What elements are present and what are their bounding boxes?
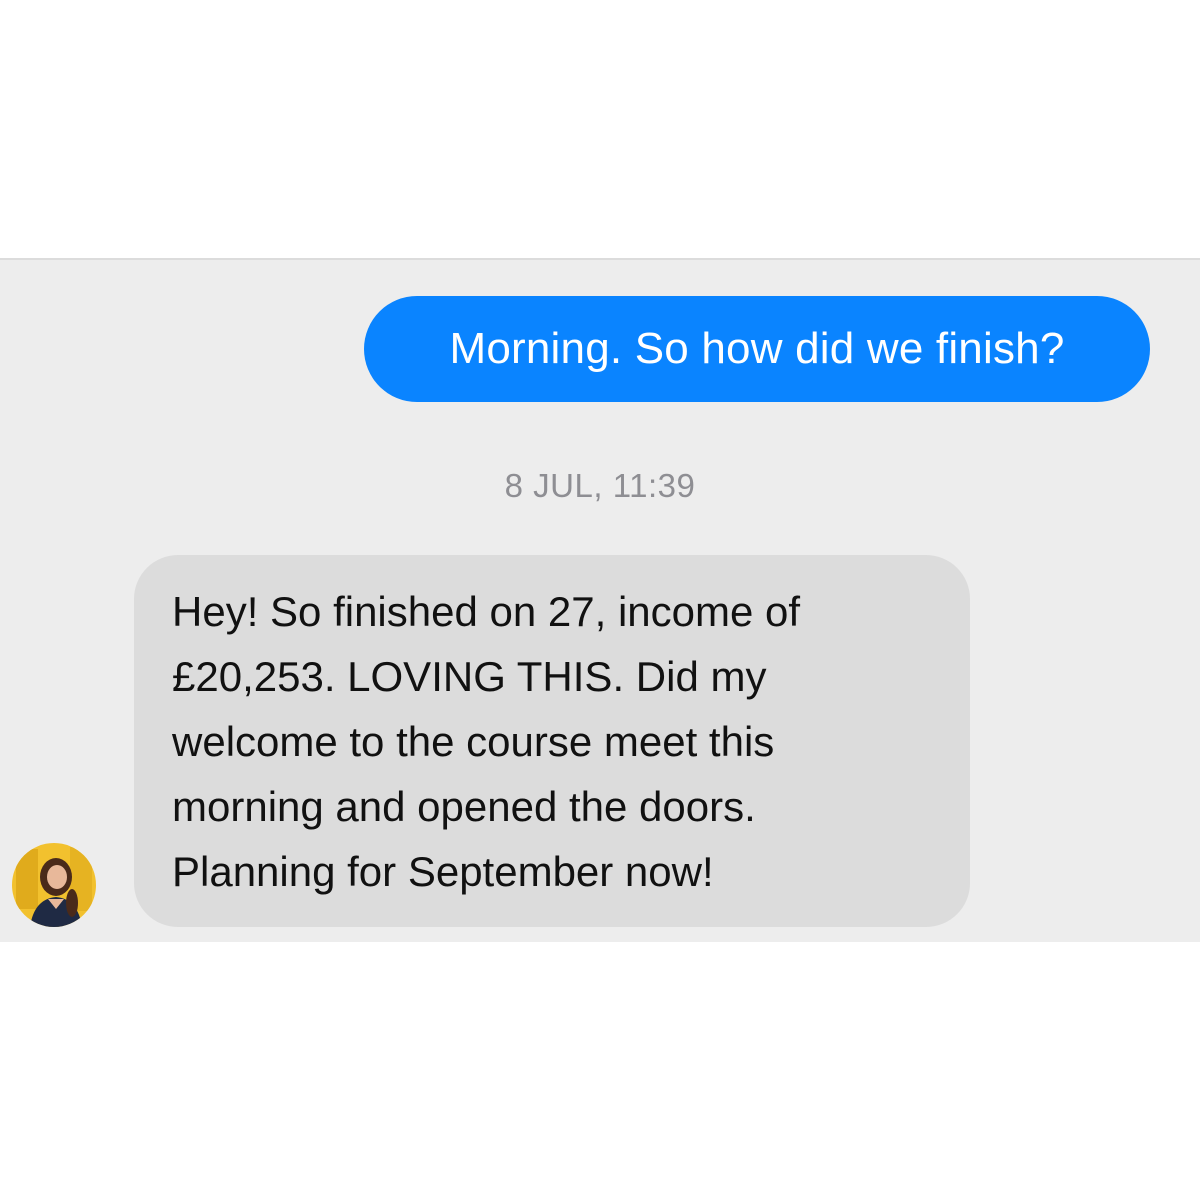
profile-photo-icon xyxy=(12,843,96,927)
message-line: Hey! So finished on 27, income of xyxy=(172,588,801,635)
contact-avatar[interactable] xyxy=(12,843,96,927)
message-line: morning and opened the doors. xyxy=(172,783,756,830)
incoming-message-bubble[interactable]: Hey! So finished on 27, income of £20,25… xyxy=(134,555,970,927)
message-line: £20,253. LOVING THIS. Did my xyxy=(172,653,767,700)
message-timestamp: 8 JUL, 11:39 xyxy=(504,467,696,504)
chat-thread: Morning. So how did we finish? 8 JUL, 11… xyxy=(0,258,1200,942)
outgoing-message-bubble[interactable]: Morning. So how did we finish? xyxy=(364,296,1150,402)
message-line: welcome to the course meet this xyxy=(172,718,775,765)
page: Morning. So how did we finish? 8 JUL, 11… xyxy=(0,0,1200,1200)
message-line: Planning for September now! xyxy=(172,848,714,895)
